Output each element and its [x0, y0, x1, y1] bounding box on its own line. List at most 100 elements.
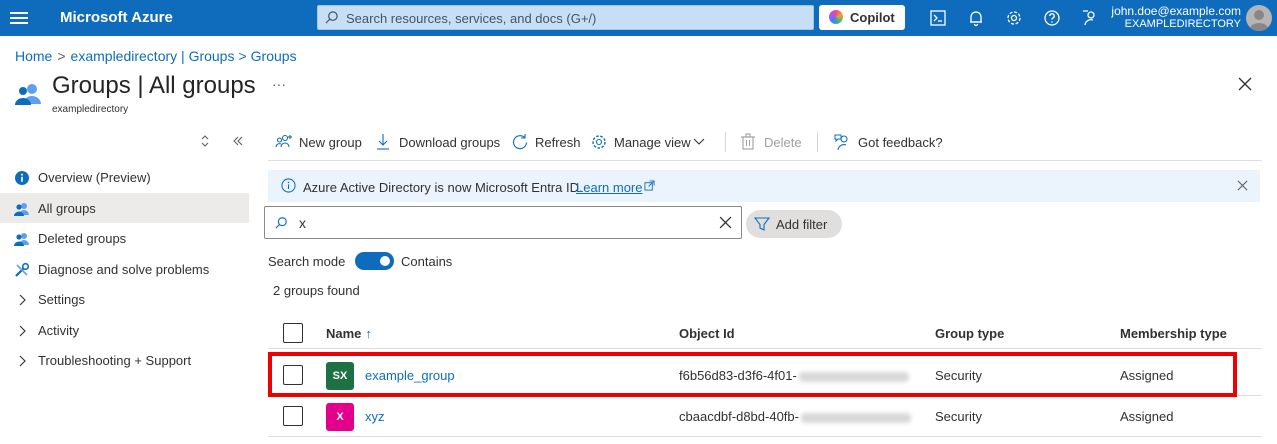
refresh-icon — [513, 134, 528, 150]
table-row[interactable]: SX example_group f6b56d83-d3f6-4f01- Sec… — [268, 355, 1262, 396]
user-avatar-icon — [1250, 10, 1268, 31]
breadcrumb: Home > exampledirectory | Groups > Groups — [15, 48, 297, 64]
object-id-cell: cbaacdbf-d8bd-40fb- — [679, 409, 911, 424]
results-count: 2 groups found — [273, 283, 360, 298]
toggle-knob — [380, 256, 390, 266]
hamburger-menu-icon[interactable] — [10, 9, 28, 27]
group-name-link[interactable]: example_group — [365, 368, 455, 383]
nav-item-label: All groups — [38, 200, 96, 216]
table-row[interactable]: X xyz cbaacdbf-d8bd-40fb- Security Assig… — [268, 396, 1262, 437]
nav-item-overview[interactable]: Overview (Preview) — [0, 162, 249, 193]
chevron-right-icon — [19, 355, 26, 367]
download-groups-button[interactable]: Download groups — [375, 130, 500, 154]
search-icon — [325, 11, 338, 24]
refresh-label: Refresh — [535, 135, 581, 150]
download-icon — [377, 134, 389, 150]
membership-type-cell: Assigned — [1120, 409, 1174, 424]
left-navigation: Overview (Preview) All groups Deleted gr… — [0, 162, 249, 376]
membership-type-cell: Assigned — [1120, 368, 1174, 383]
banner-text: Azure Active Directory is now Microsoft … — [303, 180, 583, 195]
delete-button[interactable]: Delete — [740, 130, 802, 154]
breadcrumb-groups[interactable]: Groups — [251, 48, 297, 64]
info-icon — [15, 171, 29, 185]
close-icon[interactable] — [1238, 77, 1252, 91]
user-directory[interactable]: EXAMPLEDIRECTORY — [1125, 18, 1241, 30]
settings-gear-icon[interactable] — [1004, 8, 1024, 28]
more-options-button[interactable]: ··· — [272, 76, 286, 92]
column-header-membership-type[interactable]: Membership type — [1120, 326, 1227, 341]
nav-item-troubleshooting[interactable]: Troubleshooting + Support — [0, 345, 249, 376]
cloud-shell-icon[interactable] — [928, 8, 948, 28]
chevron-down-icon — [693, 138, 705, 145]
row-checkbox[interactable] — [283, 406, 303, 426]
column-header-name[interactable]: Name ↑ — [326, 326, 372, 341]
page-subtitle: exampledirectory — [52, 104, 129, 115]
notifications-bell-icon[interactable] — [966, 8, 986, 28]
nav-item-diagnose[interactable]: Diagnose and solve problems — [0, 254, 249, 285]
new-group-label: New group — [299, 135, 362, 150]
row-checkbox[interactable] — [283, 365, 303, 385]
brand-title[interactable]: Microsoft Azure — [60, 9, 173, 26]
help-icon[interactable] — [1042, 8, 1062, 28]
search-value: x — [299, 215, 306, 231]
select-all-checkbox[interactable] — [283, 323, 303, 343]
group-avatar: SX — [326, 362, 354, 390]
nav-item-label: Overview (Preview) — [38, 170, 151, 185]
collapse-expand-icon[interactable] — [200, 135, 210, 147]
group-search-input[interactable]: x — [264, 206, 742, 239]
info-icon — [281, 178, 296, 193]
group-avatar: X — [326, 403, 354, 431]
groups-icon — [14, 202, 29, 216]
add-filter-label: Add filter — [776, 217, 828, 232]
nav-item-deleted-groups[interactable]: Deleted groups — [0, 223, 249, 254]
global-search-input[interactable]: Search resources, services, and docs (G+… — [317, 5, 814, 30]
new-group-icon — [275, 134, 292, 148]
breadcrumb-directory-groups[interactable]: exampledirectory | Groups — [71, 48, 235, 64]
groups-icon — [15, 84, 41, 105]
nav-item-label: Deleted groups — [38, 231, 127, 246]
nav-item-activity[interactable]: Activity — [0, 315, 249, 346]
nav-item-all-groups[interactable]: All groups — [0, 192, 249, 223]
column-header-object-id[interactable]: Object Id — [679, 326, 735, 341]
column-header-group-type[interactable]: Group type — [935, 326, 1004, 341]
trash-icon — [741, 133, 755, 150]
user-email[interactable]: john.doe@example.com — [1111, 4, 1241, 18]
sort-ascending-icon: ↑ — [365, 326, 372, 341]
got-feedback-button[interactable]: Got feedback? — [834, 130, 944, 154]
feedback-icon[interactable] — [1080, 8, 1100, 28]
breadcrumb-home[interactable]: Home — [15, 48, 52, 64]
page-title: Groups | All groups — [52, 72, 256, 99]
object-id-cell: f6b56d83-d3f6-4f01- — [679, 368, 909, 383]
nav-item-label: Activity — [38, 322, 80, 338]
search-mode-toggle[interactable] — [355, 252, 394, 270]
copilot-label: Copilot — [850, 10, 895, 25]
copilot-icon — [829, 10, 843, 24]
manage-view-label: Manage view — [614, 135, 691, 150]
copilot-button[interactable]: Copilot — [819, 5, 905, 30]
chevron-right-icon — [19, 325, 26, 336]
command-toolbar: New group Download groups Refresh Manage… — [268, 130, 1262, 154]
groups-icon — [14, 233, 29, 246]
nav-item-settings[interactable]: Settings — [0, 284, 249, 315]
double-chevron-left-icon[interactable] — [232, 135, 244, 147]
breadcrumb-separator: > — [238, 48, 247, 64]
toolbar-divider — [725, 132, 726, 152]
object-id-text: cbaacdbf-d8bd-40fb- — [679, 409, 799, 424]
dismiss-banner-icon[interactable] — [1237, 180, 1248, 191]
toolbar-divider — [817, 132, 818, 152]
breadcrumb-separator: > — [57, 48, 66, 64]
search-icon — [275, 217, 287, 229]
learn-more-link[interactable]: Learn more — [576, 180, 642, 195]
filter-icon — [754, 217, 770, 231]
add-filter-button[interactable]: Add filter — [746, 210, 842, 238]
clear-search-icon[interactable] — [719, 216, 732, 229]
new-group-button[interactable]: New group — [275, 130, 370, 154]
manage-view-button[interactable]: Manage view — [590, 130, 710, 154]
user-avatar[interactable] — [1246, 5, 1272, 31]
group-name-link[interactable]: xyz — [365, 409, 385, 424]
search-mode-value: Contains — [401, 254, 453, 269]
search-mode-label: Search mode — [268, 254, 346, 269]
refresh-button[interactable]: Refresh — [511, 130, 581, 154]
feedback-icon — [834, 134, 848, 151]
external-link-icon[interactable] — [644, 180, 655, 191]
